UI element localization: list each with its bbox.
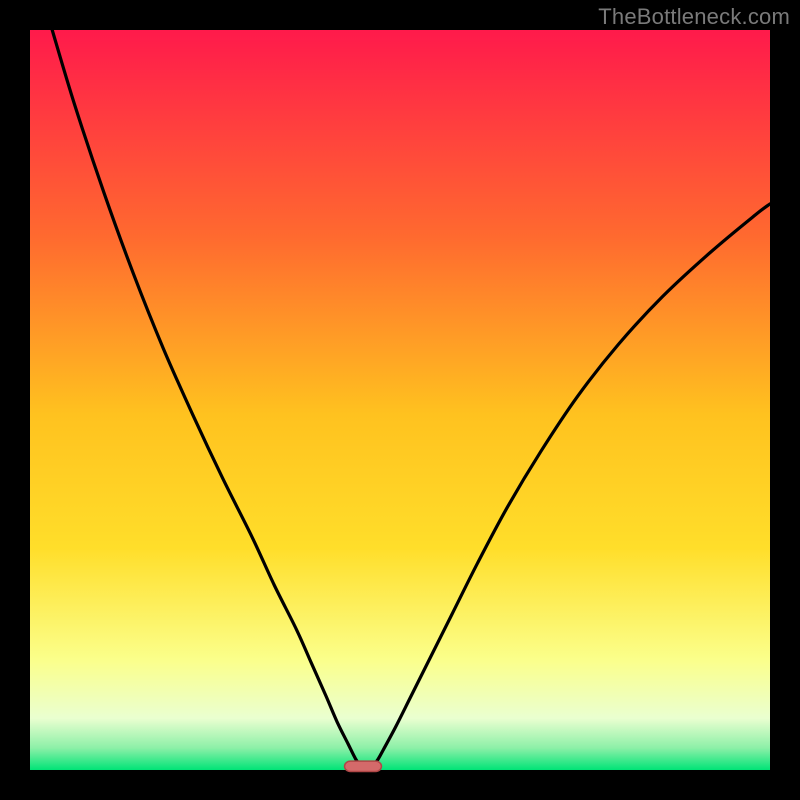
plot-background (30, 30, 770, 770)
attribution-text: TheBottleneck.com (598, 4, 790, 30)
bottleneck-chart (0, 0, 800, 800)
cusp-marker (345, 761, 382, 771)
chart-frame: TheBottleneck.com (0, 0, 800, 800)
